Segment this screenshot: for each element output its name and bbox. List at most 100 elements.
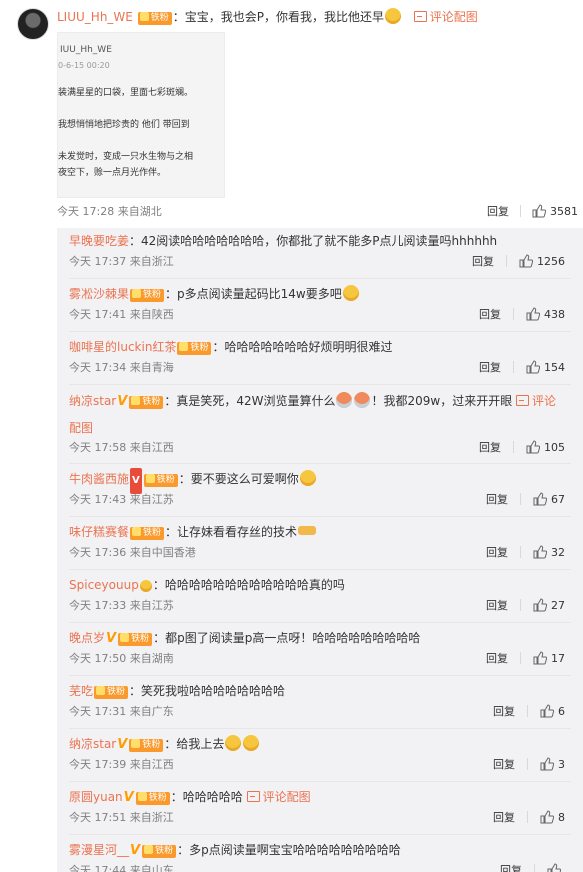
badge-icon xyxy=(132,289,142,298)
reply-button[interactable]: 回复 xyxy=(500,864,522,872)
fan-badge: 铁粉 xyxy=(129,396,164,409)
reply-button[interactable]: 回复 xyxy=(472,255,494,268)
divider xyxy=(527,811,528,823)
fan-badge: 铁粉 xyxy=(177,342,212,355)
reply-actions: 回复 6 xyxy=(493,704,565,720)
avatar[interactable] xyxy=(17,8,49,40)
thumbs-up-icon[interactable] xyxy=(533,545,547,559)
reply-time: 今天 17:36 来自中国香港 xyxy=(69,546,196,559)
masked-emoji-icon xyxy=(354,392,371,408)
comment-image[interactable]: IUU_Hh_WE 0-6-15 00:20 装满星星的口袋，里面七彩斑斓。 我… xyxy=(57,32,225,198)
divider xyxy=(69,675,571,676)
reply-button[interactable]: 回复 xyxy=(486,652,508,665)
thumbs-up-icon[interactable] xyxy=(526,307,540,321)
reply-text: ：让存妹看看存丝的技术 xyxy=(165,525,298,539)
divider xyxy=(520,493,521,505)
reply-time: 今天 17:33 来自江苏 xyxy=(69,599,174,612)
reply-username[interactable]: 早晚要吃姜 xyxy=(69,234,129,248)
reply-button[interactable]: 回复 xyxy=(486,493,508,506)
badge-icon xyxy=(179,342,189,351)
reply-username[interactable]: 咖啡星的luckin红茶 xyxy=(69,340,176,354)
divider xyxy=(534,864,535,872)
comment-text: ：宝宝，我也会P，你看我，我比他还早 xyxy=(172,10,384,24)
fan-badge-label: 铁粉 xyxy=(148,793,167,803)
thumbs-up-icon[interactable] xyxy=(532,204,546,218)
reply-button[interactable]: 回复 xyxy=(493,705,515,718)
reply-text: ：笑死我啦哈哈哈哈哈哈哈哈 xyxy=(129,684,286,698)
comment-header: LIUU_Hh_WE 铁粉 ：宝宝，我也会P，你看我，我比他还早 评论配图 xyxy=(57,8,478,25)
badge-icon xyxy=(145,474,155,483)
divider xyxy=(520,652,521,664)
reply-username[interactable]: 纳凉star xyxy=(69,394,116,408)
thumbs-up-icon[interactable] xyxy=(540,757,554,771)
like-count: 17 xyxy=(551,652,565,665)
like-count: 3 xyxy=(558,758,565,771)
reply-button[interactable]: 回复 xyxy=(486,546,508,559)
thumbs-up-icon[interactable] xyxy=(526,360,540,374)
badge-icon xyxy=(139,12,149,21)
divider xyxy=(520,205,521,217)
masked-emoji-icon xyxy=(336,392,353,408)
reply-username[interactable]: Spiceyouup xyxy=(69,578,139,592)
username[interactable]: LIUU_Hh_WE xyxy=(57,10,133,24)
reply-button[interactable]: 回复 xyxy=(479,308,501,321)
reply-button[interactable]: 回复 xyxy=(486,599,508,612)
thumbs-up-icon[interactable] xyxy=(519,254,533,268)
thumbs-up-icon[interactable] xyxy=(540,810,554,824)
like-count: 6 xyxy=(558,705,565,718)
reply-username[interactable]: 芜吃 xyxy=(69,684,93,698)
crying-emoji-icon xyxy=(299,470,316,486)
reply-username[interactable]: 晚点岁 xyxy=(69,631,105,645)
reply-actions: 回复 154 xyxy=(479,360,565,376)
reply-actions: 回复 27 xyxy=(486,598,565,614)
reply-button[interactable]: 回复 xyxy=(493,811,515,824)
reply-button[interactable]: 回复 xyxy=(479,361,501,374)
reply-button[interactable]: 回复 xyxy=(487,205,509,218)
image-icon xyxy=(516,395,530,406)
thumbs-up-icon[interactable] xyxy=(547,863,561,872)
reply-username[interactable]: 牛肉酱西施 xyxy=(69,472,129,486)
reply-button[interactable]: 回复 xyxy=(493,758,515,771)
main-comment: LIUU_Hh_WE 铁粉 ：宝宝，我也会P，你看我，我比他还早 评论配图 IUU… xyxy=(0,0,583,224)
like-count: 105 xyxy=(544,441,565,454)
reply-actions: 回复 67 xyxy=(486,492,565,508)
fan-badge-label: 铁粉 xyxy=(150,13,169,23)
divider xyxy=(69,569,571,570)
reply-text: ：p多点阅读量起码比14w要多吧 xyxy=(165,287,342,301)
divider xyxy=(527,758,528,770)
reply-button[interactable]: 回复 xyxy=(479,441,501,454)
reply-username[interactable]: 原圆yuan xyxy=(69,790,123,804)
verified-v-icon: V xyxy=(117,737,128,752)
fan-badge-label: 铁粉 xyxy=(131,634,150,644)
thumbs-up-icon[interactable] xyxy=(533,598,547,612)
reply-username[interactable]: 雾凇沙棘果 xyxy=(69,287,129,301)
crying-laugh-emoji-icon xyxy=(384,8,401,24)
screenshot-line: 未发觉时，变成一只水生物与之相 xyxy=(58,152,194,162)
divider xyxy=(520,599,521,611)
reply-username[interactable]: 味仔糕赛餐 xyxy=(69,525,129,539)
crying-emoji-icon xyxy=(225,735,242,751)
reply-username[interactable]: 纳凉star xyxy=(69,737,116,751)
thumbs-up-icon[interactable] xyxy=(533,492,547,506)
reply-username[interactable]: 雾漫星河__ xyxy=(69,843,129,857)
comment-image-link[interactable]: 评论配图 xyxy=(413,10,478,24)
reply-time: 今天 17:43 来自江苏 xyxy=(69,493,174,506)
thumbs-up-icon[interactable] xyxy=(533,651,547,665)
divider xyxy=(69,728,571,729)
screenshot-date: 0-6-15 00:20 xyxy=(58,61,110,70)
reply-time: 今天 17:51 来自浙江 xyxy=(69,811,174,824)
divider xyxy=(513,441,514,453)
reply-time: 今天 17:44 来自山东 xyxy=(69,864,174,872)
comment-image-link[interactable]: 评论配图 xyxy=(246,790,311,804)
like-count: 1256 xyxy=(537,255,565,268)
reply-actions: 回复 1256 xyxy=(472,254,565,270)
divider xyxy=(513,361,514,373)
badge-icon xyxy=(131,739,141,748)
divider xyxy=(69,331,571,332)
thumbs-up-icon[interactable] xyxy=(540,704,554,718)
verified-v-icon: V xyxy=(130,468,142,494)
comment-time: 今天 17:28 来自湖北 xyxy=(57,205,162,218)
reply-text-continued: ！我都209w，过来开开眼 xyxy=(371,394,513,408)
thumbs-up-icon[interactable] xyxy=(526,440,540,454)
crying-emoji-icon xyxy=(243,735,260,751)
